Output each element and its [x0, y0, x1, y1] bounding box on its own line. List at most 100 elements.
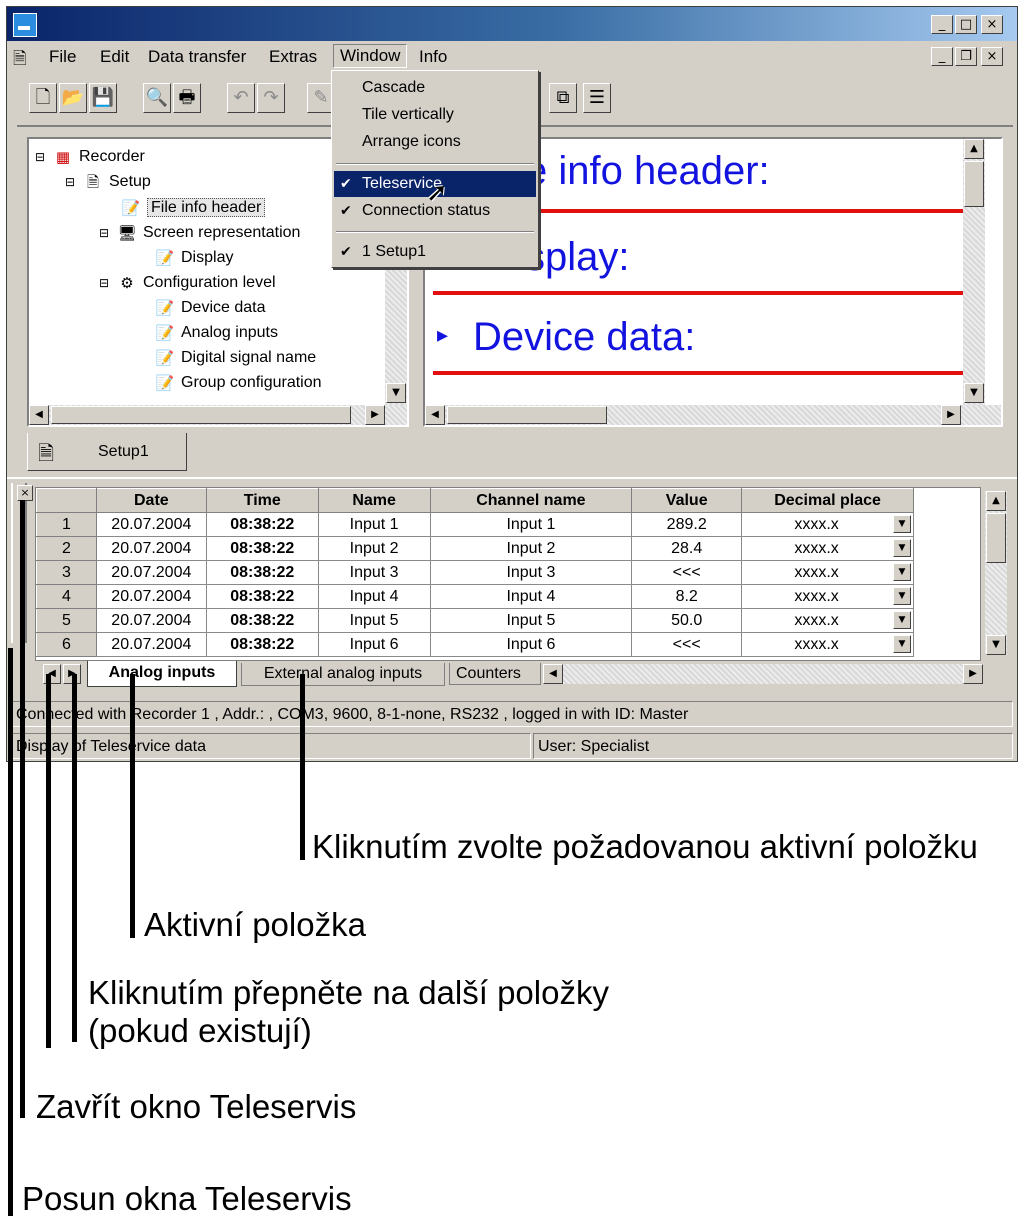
menu-item-setup1[interactable]: ✔ 1 Setup1 [334, 239, 536, 265]
grid-vscroll-thumb[interactable] [986, 513, 1006, 563]
dropdown-arrow-icon[interactable]: ▼ [893, 635, 911, 653]
cell-decimal-place[interactable]: xxxx.x ▼ [741, 560, 914, 585]
table-row[interactable]: 4 20.07.2004 08:38:22 Input 4 Input 4 8.… [36, 584, 914, 609]
tree-item-digital-signal-name[interactable]: 📝 Digital signal name [155, 346, 317, 370]
menu-edit[interactable]: Edit [100, 46, 129, 68]
collapse-icon[interactable]: ⊟ [63, 172, 77, 192]
menu-item-arrange-icons[interactable]: Arrange icons [334, 129, 536, 155]
scroll-up-icon[interactable]: ▲ [986, 491, 1006, 511]
table-row[interactable]: 1 20.07.2004 08:38:22 Input 1 Input 1 28… [36, 512, 914, 537]
tile-icon[interactable]: ☰ [583, 83, 611, 113]
row-number[interactable]: 5 [36, 608, 97, 633]
tree-item-configuration-level[interactable]: ⊟ ⚙ Configuration level [97, 271, 276, 295]
cell-date[interactable]: 20.07.2004 [95, 512, 207, 537]
menu-data-transfer[interactable]: Data transfer [148, 46, 246, 68]
scroll-left-icon[interactable]: ◀ [543, 664, 563, 684]
col-header-channel-name[interactable]: Channel name [429, 488, 633, 513]
corner-cell[interactable] [36, 488, 97, 513]
preview-hscroll-thumb[interactable] [447, 406, 607, 424]
sheet-tab-counters[interactable]: Counters [449, 663, 541, 685]
cell-decimal-place[interactable]: xxxx.x ▼ [741, 584, 914, 609]
menu-window[interactable]: Window [333, 44, 408, 68]
cell-decimal-place[interactable]: xxxx.x ▼ [741, 608, 914, 633]
table-row[interactable]: 2 20.07.2004 08:38:22 Input 2 Input 2 28… [36, 536, 914, 561]
print-icon[interactable]: 🖶 [173, 83, 201, 113]
cell-channel-name[interactable]: Input 1 [429, 512, 633, 537]
sheet-tab-analog-inputs[interactable]: Analog inputs [87, 661, 237, 687]
col-header-value[interactable]: Value [631, 488, 743, 513]
scroll-down-icon[interactable]: ▼ [964, 383, 984, 403]
cell-name[interactable]: Input 2 [317, 536, 431, 561]
teleservice-close-icon[interactable]: × [17, 485, 33, 501]
cell-date[interactable]: 20.07.2004 [95, 608, 207, 633]
col-header-time[interactable]: Time [205, 488, 319, 513]
cell-channel-name[interactable]: Input 3 [429, 560, 633, 585]
cell-name[interactable]: Input 4 [317, 584, 431, 609]
dropdown-arrow-icon[interactable]: ▼ [893, 587, 911, 605]
col-header-decimal-place[interactable]: Decimal place [741, 488, 914, 513]
table-row[interactable]: 5 20.07.2004 08:38:22 Input 5 Input 5 50… [36, 608, 914, 633]
menu-extras[interactable]: Extras [269, 46, 317, 68]
maximize-icon[interactable]: □ [955, 15, 977, 34]
menu-item-cascade[interactable]: Cascade [334, 75, 536, 101]
tree-item-device-data[interactable]: 📝 Device data [155, 296, 266, 320]
cell-decimal-place[interactable]: xxxx.x ▼ [741, 632, 914, 657]
dropdown-arrow-icon[interactable]: ▼ [893, 515, 911, 533]
cell-channel-name[interactable]: Input 5 [429, 608, 633, 633]
redo-icon[interactable]: ↷ [257, 83, 285, 113]
scroll-up-icon[interactable]: ▲ [964, 139, 984, 159]
row-number[interactable]: 6 [36, 632, 97, 657]
tab-setup1[interactable]: 🗎 Setup1 [27, 433, 187, 471]
cell-date[interactable]: 20.07.2004 [95, 632, 207, 657]
row-number[interactable]: 1 [36, 512, 97, 537]
dropdown-arrow-icon[interactable]: ▼ [893, 539, 911, 557]
col-header-name[interactable]: Name [317, 488, 431, 513]
table-row[interactable]: 6 20.07.2004 08:38:22 Input 6 Input 6 <<… [36, 632, 914, 657]
new-icon[interactable]: 🗋 [29, 83, 57, 113]
cell-decimal-place[interactable]: xxxx.x ▼ [741, 536, 914, 561]
menu-info[interactable]: Info [419, 46, 447, 68]
cell-value[interactable]: 289.2 [631, 512, 743, 537]
tree-hscroll-thumb[interactable] [51, 406, 351, 424]
cell-name[interactable]: Input 1 [317, 512, 431, 537]
cascade-icon[interactable]: ⧉ [549, 83, 577, 113]
cell-name[interactable]: Input 6 [317, 632, 431, 657]
table-row[interactable]: 3 20.07.2004 08:38:22 Input 3 Input 3 <<… [36, 560, 914, 585]
scroll-down-icon[interactable]: ▼ [386, 383, 406, 403]
cell-value[interactable]: <<< [631, 632, 743, 657]
cell-time[interactable]: 08:38:22 [205, 632, 319, 657]
collapse-icon[interactable]: ⊟ [97, 273, 111, 293]
cell-time[interactable]: 08:38:22 [205, 536, 319, 561]
undo-icon[interactable]: ↶ [227, 83, 255, 113]
dropdown-arrow-icon[interactable]: ▼ [893, 611, 911, 629]
cell-channel-name[interactable]: Input 2 [429, 536, 633, 561]
row-number[interactable]: 4 [36, 584, 97, 609]
cell-name[interactable]: Input 3 [317, 560, 431, 585]
tree-item-screen-representation[interactable]: ⊟ 🖥 Screen representation [97, 221, 300, 245]
tree-item-setup[interactable]: ⊟ 🗎 Setup [63, 170, 151, 194]
scroll-left-icon[interactable]: ◀ [29, 405, 49, 425]
title-bar[interactable]: _ □ × [7, 7, 1017, 41]
collapse-icon[interactable]: ⊟ [97, 223, 111, 243]
scroll-right-icon[interactable]: ▶ [941, 405, 961, 425]
child-minimize-icon[interactable]: _ [931, 47, 953, 66]
save-icon[interactable]: 💾 [89, 83, 117, 113]
cell-time[interactable]: 08:38:22 [205, 512, 319, 537]
app-icon[interactable] [13, 13, 37, 37]
cell-date[interactable]: 20.07.2004 [95, 536, 207, 561]
cell-time[interactable]: 08:38:22 [205, 560, 319, 585]
cell-name[interactable]: Input 5 [317, 608, 431, 633]
cell-time[interactable]: 08:38:22 [205, 608, 319, 633]
cell-channel-name[interactable]: Input 4 [429, 584, 633, 609]
cell-value[interactable]: 50.0 [631, 608, 743, 633]
cell-time[interactable]: 08:38:22 [205, 584, 319, 609]
scroll-left-icon[interactable]: ◀ [425, 405, 445, 425]
collapse-icon[interactable]: ⊟ [33, 147, 47, 167]
cell-value[interactable]: 8.2 [631, 584, 743, 609]
open-folder-icon[interactable]: 📂 [59, 83, 87, 113]
minimize-icon[interactable]: _ [931, 15, 953, 34]
row-number[interactable]: 2 [36, 536, 97, 561]
cell-decimal-place[interactable]: xxxx.x ▼ [741, 512, 914, 537]
print-preview-icon[interactable]: 🔍 [143, 83, 171, 113]
menu-item-tile-vertically[interactable]: Tile vertically [334, 102, 536, 128]
